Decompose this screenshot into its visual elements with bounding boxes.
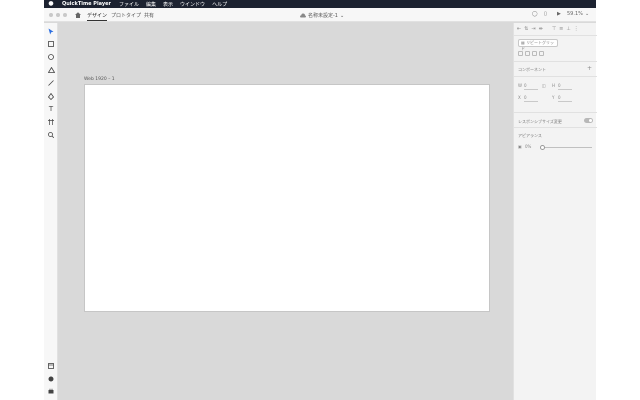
h-underline <box>558 89 572 90</box>
pen-icon[interactable] <box>47 92 55 100</box>
x-label: X <box>518 95 521 100</box>
h-field[interactable]: 0 <box>558 83 561 88</box>
repeat-grid-button[interactable]: ▦ リピートグリッド <box>518 39 558 51</box>
close-window-button[interactable] <box>49 13 53 17</box>
zoom-icon[interactable] <box>47 131 55 139</box>
app-name-menu[interactable]: QuickTime Player <box>62 1 111 7</box>
exclude-icon[interactable] <box>539 51 544 56</box>
x-field[interactable]: 0 <box>524 95 527 100</box>
x-underline <box>524 101 538 102</box>
title-bar: デザイン プロトタイプ 共有 名称未設定-1 ⌄ ◯ ▯ ▶ 59.1% ⌄ <box>44 8 596 22</box>
subtract-icon[interactable] <box>525 51 530 56</box>
property-inspector: ⇤ ⇅ ⇥ ⇼ ⊤ ≡ ⊥ ⋮ ▦ リピートグリッド コンポーネント + W 0… <box>513 23 597 400</box>
divider <box>514 61 597 62</box>
minimize-window-button[interactable] <box>56 13 60 17</box>
home-icon[interactable] <box>74 11 82 19</box>
plugins-icon[interactable] <box>47 387 55 395</box>
artboard[interactable] <box>84 84 490 312</box>
artboard-icon[interactable] <box>47 118 55 126</box>
appearance-label: アピアランス <box>518 133 542 138</box>
opacity-field[interactable]: 0% <box>525 144 531 149</box>
divider <box>514 76 597 77</box>
divider <box>514 127 597 128</box>
align-top-icon[interactable]: ⊤ <box>552 26 556 32</box>
menu-window[interactable]: ウインドウ <box>180 1 205 8</box>
distribute-vertical-icon[interactable]: ⋮ <box>574 26 579 32</box>
zoom-chevron-icon[interactable]: ⌄ <box>585 11 589 17</box>
align-middle-icon[interactable]: ≡ <box>559 26 563 32</box>
divider <box>514 35 597 36</box>
w-field[interactable]: 0 <box>524 83 527 88</box>
lock-aspect-icon[interactable]: ◫ <box>542 83 546 88</box>
menu-view[interactable]: 表示 <box>163 1 173 8</box>
intersect-icon[interactable] <box>532 51 537 56</box>
mobile-preview-icon[interactable]: ▯ <box>544 11 547 17</box>
play-preview-icon[interactable]: ▶ <box>557 11 561 17</box>
menu-file[interactable]: ファイル <box>119 1 139 8</box>
y-field[interactable]: 0 <box>558 95 561 100</box>
zoom-level[interactable]: 59.1% <box>567 11 583 17</box>
design-canvas[interactable]: Web 1920 – 1 <box>59 23 513 400</box>
user-icon[interactable]: ◯ <box>532 11 538 17</box>
zoom-window-button[interactable] <box>63 13 67 17</box>
opacity-slider-track[interactable] <box>542 147 592 148</box>
y-label: Y <box>552 95 555 100</box>
tab-design[interactable]: デザイン <box>87 12 108 21</box>
responsive-resize-label: レスポンシブサイズ変更 <box>518 119 562 124</box>
divider <box>514 112 597 113</box>
document-title[interactable]: 名称未設定-1 ⌄ <box>300 12 344 19</box>
y-underline <box>558 101 572 102</box>
menu-edit[interactable]: 編集 <box>146 1 156 8</box>
chevron-down-icon: ⌄ <box>340 12 345 19</box>
opacity-icon: ▣ <box>518 144 522 149</box>
ellipse-icon[interactable] <box>47 53 55 61</box>
responsive-resize-toggle[interactable] <box>584 118 593 123</box>
repeat-grid-icon: ▦ <box>521 40 525 45</box>
align-toolbar: ⇤ ⇅ ⇥ ⇼ ⊤ ≡ ⊥ ⋮ <box>517 26 579 32</box>
align-left-icon[interactable]: ⇤ <box>517 26 521 32</box>
w-label: W <box>518 83 522 88</box>
distribute-icon[interactable]: ⇼ <box>539 26 543 32</box>
assets-icon[interactable] <box>47 375 55 383</box>
w-underline <box>524 89 538 90</box>
add-component-icon[interactable]: + <box>587 65 592 72</box>
align-bottom-icon[interactable]: ⊥ <box>566 26 570 32</box>
menu-bar: ● QuickTime Player ファイル 編集 表示 ウインドウ ヘルプ <box>44 0 596 8</box>
text-icon[interactable]: T <box>47 105 55 113</box>
apple-menu-icon[interactable]: ● <box>44 0 58 8</box>
boolean-ops <box>518 51 544 56</box>
component-label: コンポーネント <box>518 67 546 72</box>
repeat-grid-label: リピートグリッド <box>521 40 555 51</box>
rectangle-icon[interactable] <box>47 40 55 48</box>
artboard-label[interactable]: Web 1920 – 1 <box>84 77 115 82</box>
line-icon[interactable] <box>47 79 55 87</box>
h-label: H <box>552 83 556 88</box>
document-title-label: 名称未設定-1 <box>308 13 338 19</box>
align-center-icon[interactable]: ⇅ <box>524 26 528 32</box>
triangle-icon[interactable] <box>47 66 55 74</box>
select-icon[interactable] <box>47 27 55 35</box>
add-icon[interactable] <box>518 51 523 56</box>
tab-prototype[interactable]: プロトタイプ <box>111 12 141 19</box>
align-right-icon[interactable]: ⇥ <box>531 26 535 32</box>
menu-help[interactable]: ヘルプ <box>212 1 227 8</box>
cloud-icon <box>300 13 306 18</box>
app-window: デザイン プロトタイプ 共有 名称未設定-1 ⌄ ◯ ▯ ▶ 59.1% ⌄ T… <box>44 8 597 400</box>
opacity-slider-knob[interactable] <box>540 145 545 150</box>
layers-icon[interactable] <box>47 362 55 370</box>
tool-bar: T <box>44 23 58 400</box>
tab-share[interactable]: 共有 <box>144 12 154 19</box>
